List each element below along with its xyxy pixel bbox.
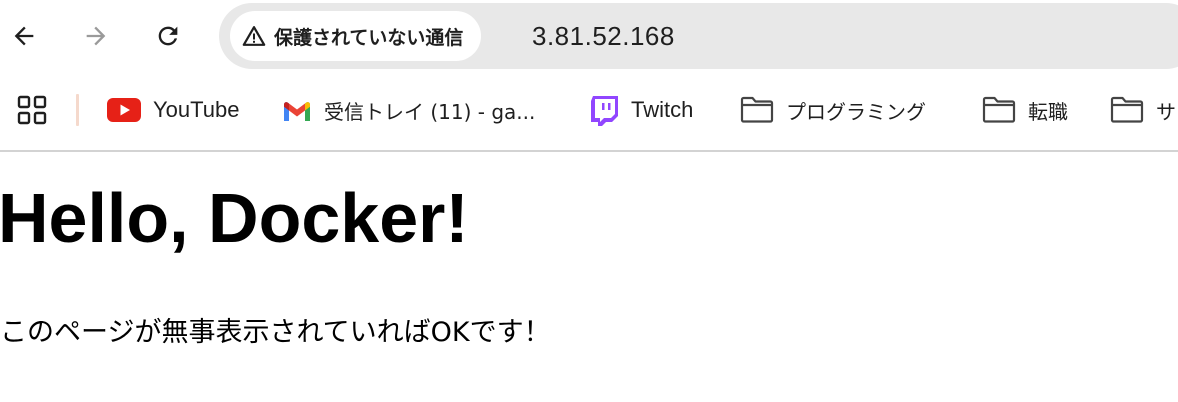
arrow-left-icon bbox=[14, 26, 34, 46]
page-message: このページが無事表示されていればOKです！ bbox=[0, 317, 551, 348]
bookmark-youtube[interactable]: YouTube bbox=[107, 90, 239, 130]
bookmark-label: Twitch bbox=[631, 97, 694, 122]
bookmark-folder-programming[interactable]: プログラミング bbox=[740, 90, 926, 130]
page-content: Hello, Docker! このページが無事表示されていればOKです！ bbox=[0, 152, 1178, 402]
security-label: 保護されていない通信 bbox=[274, 26, 464, 49]
bookmark-label: 転職 bbox=[1028, 99, 1068, 124]
url-text[interactable]: 3.81.52.168 bbox=[532, 3, 675, 69]
address-bar[interactable]: 保護されていない通信 3.81.52.168 bbox=[219, 3, 1178, 69]
reload-icon bbox=[158, 26, 178, 46]
bookmark-label: プログラミング bbox=[786, 99, 926, 124]
bookmark-folder-sa[interactable]: サ bbox=[1110, 90, 1176, 130]
reload-button[interactable] bbox=[148, 16, 188, 56]
bookmark-gmail[interactable]: 受信トレイ (11) - ga... bbox=[282, 90, 535, 130]
bookmark-folder-tenshoku[interactable]: 転職 bbox=[982, 90, 1068, 130]
twitch-icon bbox=[591, 96, 618, 126]
folder-icon bbox=[982, 96, 1016, 123]
page-heading: Hello, Docker! bbox=[0, 179, 469, 257]
folder-icon bbox=[1110, 96, 1144, 123]
browser-toolbar: 保護されていない通信 3.81.52.168 bbox=[0, 0, 1178, 74]
warning-icon bbox=[242, 24, 266, 48]
arrow-right-icon bbox=[86, 26, 106, 46]
forward-button[interactable] bbox=[76, 16, 116, 56]
bookmark-label: YouTube bbox=[153, 97, 240, 122]
bookmarks-bar: YouTube 受信トレイ (11) - ga... Twitch プログラミン… bbox=[0, 74, 1178, 150]
bookmark-label: サ bbox=[1156, 99, 1176, 124]
bookmark-twitch[interactable]: Twitch bbox=[589, 90, 693, 130]
youtube-icon bbox=[107, 98, 141, 122]
bookmark-label: 受信トレイ (11) - ga... bbox=[324, 99, 536, 124]
folder-icon bbox=[740, 96, 774, 123]
back-button[interactable] bbox=[4, 16, 44, 56]
security-indicator[interactable]: 保護されていない通信 bbox=[230, 11, 482, 61]
gmail-icon bbox=[284, 101, 310, 121]
apps-grid-icon[interactable] bbox=[16, 94, 48, 126]
bookmarks-separator bbox=[76, 94, 79, 126]
